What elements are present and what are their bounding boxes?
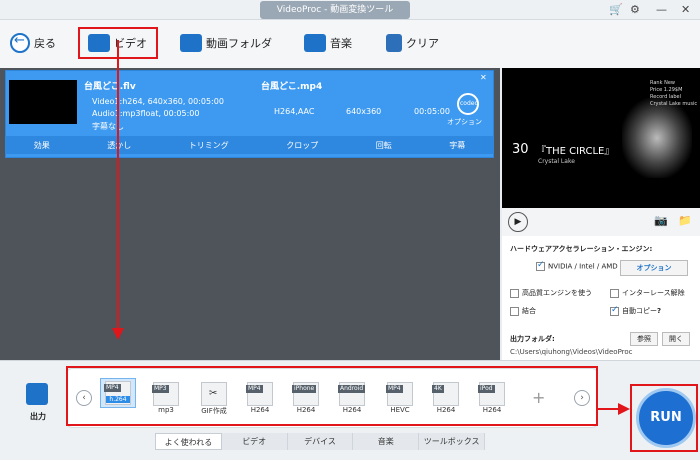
down-arrow-head <box>112 328 124 340</box>
right-arrow-head <box>618 403 630 415</box>
annotation-arrows <box>112 40 630 415</box>
